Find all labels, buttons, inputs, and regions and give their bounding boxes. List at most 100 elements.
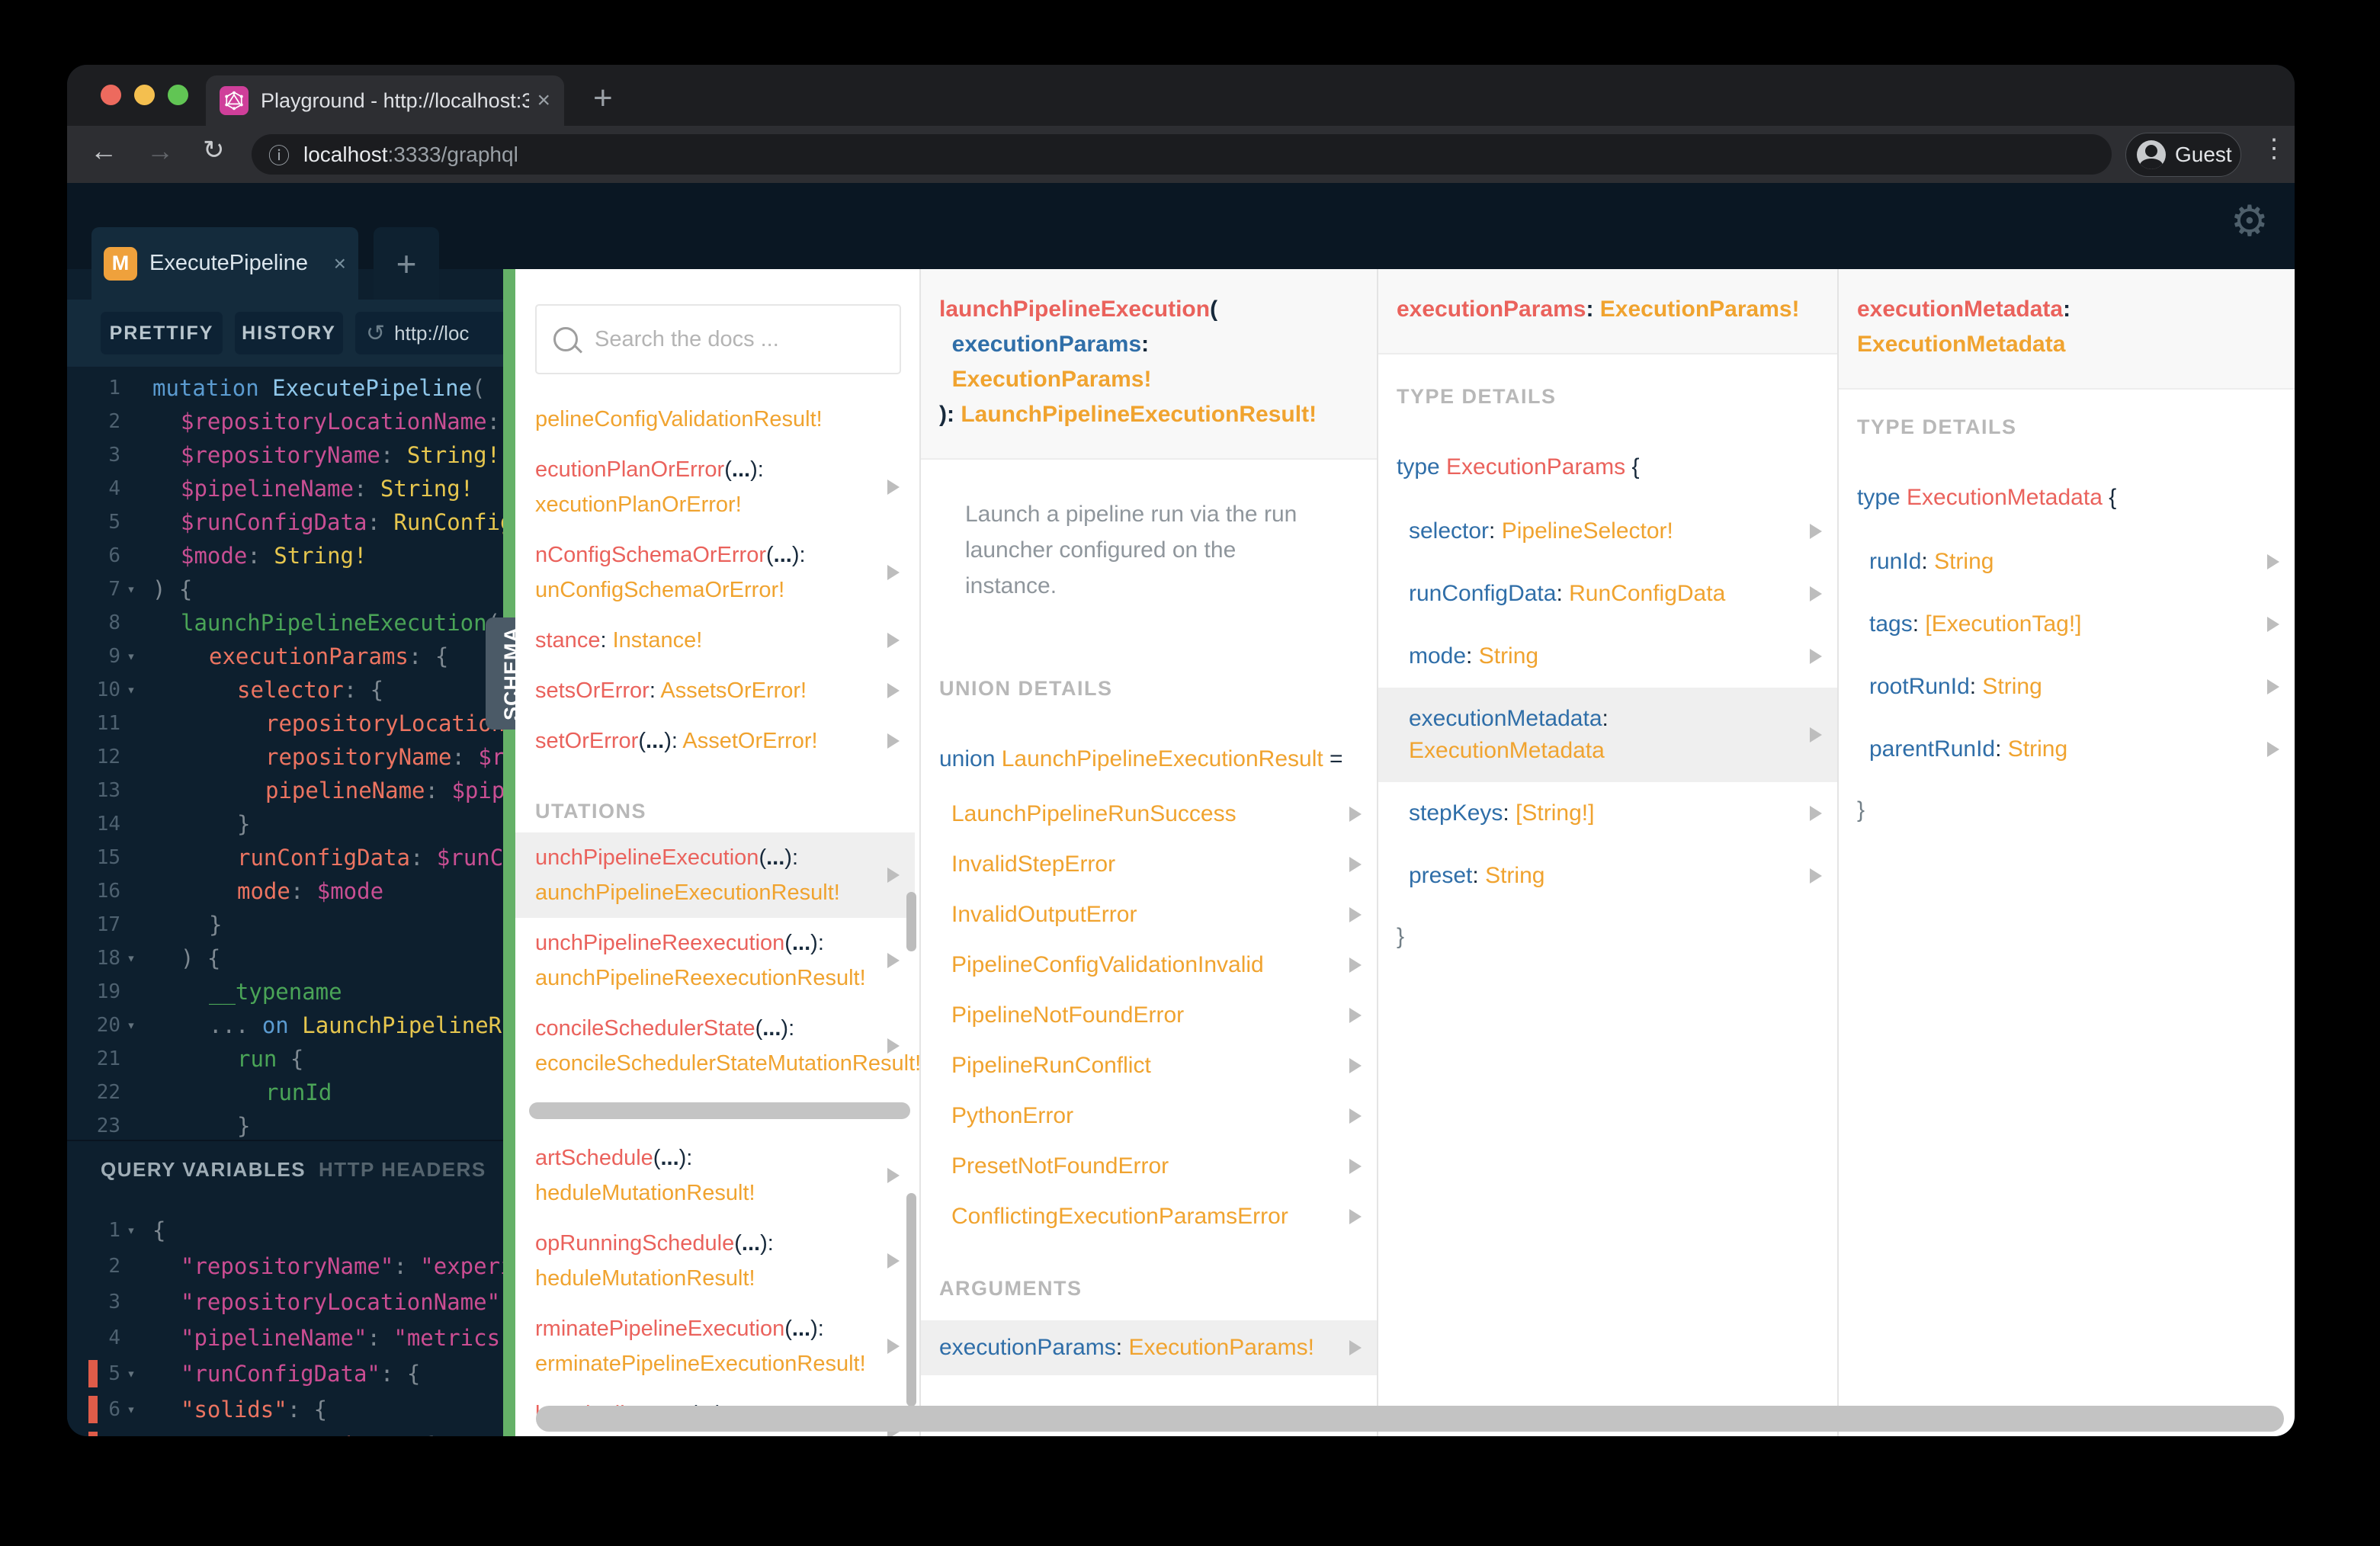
chevron-right-icon	[887, 1253, 900, 1269]
fold-caret-empty	[120, 405, 142, 438]
variables-editor[interactable]: 1▾{2"repositoryName": "experiments"3"rep…	[67, 1213, 503, 1436]
fold-caret-empty	[120, 438, 142, 472]
scrollbar-thumb[interactable]	[906, 1193, 916, 1406]
site-info-icon[interactable]: ⓘ	[268, 140, 290, 170]
union-details-title: UNION DETAILS	[939, 677, 1113, 700]
fold-caret-icon[interactable]: ▾	[120, 1356, 142, 1392]
forward-icon[interactable]: →	[146, 135, 174, 167]
doc-field-item[interactable]: unchPipelineReexecution(...): aunchPipel…	[535, 918, 915, 1003]
union-member-row[interactable]: InvalidOutputError	[951, 890, 1377, 940]
chevron-right-icon	[2267, 742, 2279, 757]
doc-field-item[interactable]: artSchedule(...): heduleMutationResult!	[535, 1133, 915, 1218]
query-tab-executepipeline[interactable]: M ExecutePipeline ×	[91, 227, 358, 300]
doc-field-item[interactable]: nConfigSchemaOrError(...): unConfigSchem…	[535, 530, 915, 615]
union-member-row[interactable]: ConflictingExecutionParamsError	[951, 1192, 1377, 1242]
editor-line: 1 ▾{	[67, 1213, 503, 1249]
type-details-title: TYPE DETAILS	[1397, 385, 1557, 408]
settings-gear-icon[interactable]: ⚙	[2231, 200, 2269, 242]
list-horizontal-scrollbar[interactable]	[529, 1102, 910, 1119]
tab-http-headers[interactable]: HTTP HEADERS	[319, 1158, 486, 1182]
type-field-row[interactable]: preset: String	[1378, 845, 1837, 907]
doc-field-item[interactable]: pelineConfigValidationResult!	[535, 394, 915, 444]
doc-field-item[interactable]: setOrError(...): AssetOrError!	[535, 716, 915, 766]
fold-caret-icon[interactable]: ▾	[120, 573, 142, 606]
history-button[interactable]: HISTORY	[235, 312, 343, 354]
endpoint-reload-icon[interactable]: ↺	[366, 320, 385, 347]
fold-caret-icon[interactable]: ▾	[120, 1009, 142, 1042]
union-member-row[interactable]: PipelineNotFoundError	[951, 990, 1377, 1041]
browser-menu-icon[interactable]: ⋮	[2261, 133, 2287, 164]
fold-caret-icon[interactable]: ▾	[120, 1213, 142, 1249]
type-field-row[interactable]: executionMetadata: ExecutionMetadata	[1378, 688, 1837, 782]
type-field-row[interactable]: stepKeys: [String!]	[1378, 782, 1837, 845]
query-tab-close-icon[interactable]: ×	[334, 252, 346, 276]
chevron-right-icon	[887, 733, 900, 749]
chevron-right-icon	[1349, 1108, 1362, 1124]
scrollbar-thumb[interactable]	[906, 892, 916, 951]
chevron-right-icon	[1349, 1340, 1362, 1355]
fold-caret-icon[interactable]: ▾	[120, 1428, 142, 1436]
maximize-window-button[interactable]	[168, 85, 188, 105]
doc-field-item[interactable]: opRunningSchedule(...): heduleMutationRe…	[535, 1218, 915, 1304]
union-member-row[interactable]: PythonError	[951, 1091, 1377, 1141]
endpoint-field[interactable]: ↺ http://loc	[355, 312, 503, 354]
query-editor[interactable]: 1 mutation ExecutePipeline(2 $repositoryLo…	[67, 367, 503, 1144]
type-field-row[interactable]: parentRunId: String	[1839, 718, 2295, 781]
union-member-row[interactable]: PipelineRunConflict	[951, 1041, 1377, 1091]
doc-field-item[interactable]: concileSchedulerState(...): econcileSche…	[535, 1003, 919, 1089]
chevron-right-icon	[1810, 649, 1822, 664]
fold-caret-icon[interactable]: ▾	[120, 673, 142, 707]
minimize-window-button[interactable]	[134, 85, 155, 105]
guest-profile-button[interactable]: Guest	[2125, 133, 2241, 177]
editor-line: 3 $repositoryName: String!	[67, 438, 503, 472]
chevron-right-icon	[1349, 807, 1362, 822]
type-field-row[interactable]: rootRunId: String	[1839, 656, 2295, 718]
type-field-row[interactable]: mode: String	[1378, 625, 1837, 688]
prettify-button[interactable]: PRETTIFY	[101, 312, 223, 354]
fold-caret-icon[interactable]: ▾	[120, 941, 142, 975]
editor-line: 7 ▾) {	[67, 573, 503, 606]
query-tab-title: ExecutePipeline	[149, 251, 308, 275]
back-icon[interactable]: ←	[90, 135, 117, 167]
type-field-row[interactable]: runConfigData: RunConfigData	[1378, 563, 1837, 625]
editor-line: 11repositoryLocationName:	[67, 707, 503, 740]
new-query-tab-button[interactable]: +	[374, 227, 439, 300]
doc-field-item[interactable]: ecutionPlanOrError(...): xecutionPlanOrE…	[535, 444, 915, 530]
doc-field-item[interactable]: stance: Instance!	[535, 615, 915, 666]
fold-caret-empty	[120, 1042, 142, 1076]
url-path: :3333/graphql	[387, 142, 518, 166]
browser-tab[interactable]: Playground - http://localhost:3 ×	[206, 75, 564, 126]
doc-field-item[interactable]: unchPipelineExecution(...): aunchPipelin…	[515, 832, 915, 918]
union-member-row[interactable]: LaunchPipelineRunSuccess	[951, 789, 1377, 839]
docs-horizontal-scrollbar[interactable]	[536, 1406, 2284, 1432]
chevron-right-icon	[887, 953, 900, 968]
new-tab-button[interactable]: +	[593, 82, 613, 115]
reload-icon[interactable]: ↻	[203, 135, 225, 165]
type-declaration: type ExecutionParams {	[1397, 454, 1640, 480]
doc-field-item[interactable]: rminatePipelineExecution(...): erminateP…	[535, 1304, 915, 1389]
fold-caret-icon[interactable]: ▾	[120, 1392, 142, 1428]
fold-caret-icon[interactable]: ▾	[120, 640, 142, 673]
editor-line: 5 ▾ "runConfigData": {	[67, 1356, 503, 1392]
argument-row[interactable]: executionParams: ExecutionParams!	[921, 1320, 1377, 1375]
chevron-right-icon	[887, 1168, 900, 1183]
address-bar[interactable]: ⓘ localhost:3333/graphql	[252, 134, 2112, 175]
tab-query-variables[interactable]: QUERY VARIABLES	[101, 1158, 306, 1182]
type-field-row[interactable]: selector: PipelineSelector!	[1378, 500, 1837, 563]
tab-close-icon[interactable]: ×	[537, 88, 550, 114]
type-field-row[interactable]: runId: String	[1839, 531, 2295, 593]
docs-search-input[interactable]	[593, 326, 883, 353]
close-window-button[interactable]	[101, 85, 121, 105]
union-member-row[interactable]: PresetNotFoundError	[951, 1141, 1377, 1192]
chevron-right-icon	[1349, 1159, 1362, 1174]
union-member-row[interactable]: InvalidStepError	[951, 839, 1377, 890]
editor-line: 23}	[67, 1109, 503, 1143]
type-field-row[interactable]: tags: [ExecutionTag!]	[1839, 593, 2295, 656]
union-member-row[interactable]: PipelineConfigValidationInvalid	[951, 940, 1377, 990]
editor-line: 21 run {	[67, 1042, 503, 1076]
chevron-right-icon	[1810, 727, 1822, 743]
doc-field-item[interactable]: setsOrError: AssetsOrError!	[535, 666, 915, 716]
fold-caret-empty	[120, 908, 142, 941]
type-field-list: selector: PipelineSelector! runConfigData…	[1378, 500, 1837, 907]
docs-search-box[interactable]	[535, 304, 901, 374]
